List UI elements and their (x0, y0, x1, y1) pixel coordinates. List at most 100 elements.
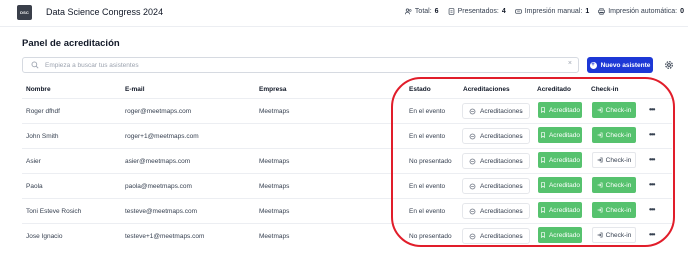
clear-search-icon[interactable]: × (568, 60, 572, 67)
id-card-icon (448, 8, 454, 15)
stats-bar: Total: 6 Presentados: 4 Impresión manual… (404, 8, 684, 15)
accreditations-select-label: Acreditaciones (480, 182, 523, 190)
more-options-icon[interactable]: ••• (649, 230, 655, 239)
badge-icon (469, 133, 476, 139)
checkin-button[interactable]: Check-in (592, 102, 636, 118)
checkin-button-label: Check-in (605, 231, 632, 239)
attendee-name: Toni Esteve Rosich (26, 208, 82, 215)
accreditations-select-label: Acreditaciones (480, 107, 523, 115)
accreditations-select[interactable]: Acreditaciones ⌄ (462, 128, 530, 144)
accredited-button[interactable]: Acreditado (538, 227, 582, 243)
ticket-icon (514, 9, 522, 14)
accredited-button[interactable]: Acreditado (538, 202, 582, 218)
accreditations-select[interactable]: Acreditaciones ⌄ (462, 178, 530, 194)
attendee-status: En el evento (409, 108, 446, 115)
checkin-button[interactable]: Check-in (592, 177, 636, 193)
bookmark-icon (541, 182, 545, 188)
attendee-name: Jose Ignacio (26, 233, 63, 240)
chevron-down-icon: ⌄ (518, 209, 524, 215)
attendee-company: Meetmaps (259, 183, 290, 190)
accreditations-select-label: Acreditaciones (480, 132, 523, 140)
table-row[interactable]: Paola paola@meetmaps.com Meetmaps En el eve… (22, 173, 672, 198)
col-accreditations: Acreditaciones (463, 86, 510, 93)
chevron-down-icon: ⌄ (518, 234, 524, 240)
search-input[interactable] (45, 60, 565, 71)
checkin-button[interactable]: Check-in (592, 152, 636, 168)
accredited-button-label: Acreditado (548, 206, 581, 214)
accredited-button[interactable]: Acreditado (538, 127, 582, 143)
col-accredited: Acreditado (537, 86, 571, 93)
attendee-status: No presentado (409, 158, 452, 165)
accreditations-select[interactable]: Acreditaciones ⌄ (462, 203, 530, 219)
login-icon (597, 132, 603, 138)
new-attendee-label: Nuevo asistente (600, 61, 651, 69)
attendee-email: asier@meetmaps.com (125, 158, 191, 165)
table-row[interactable]: Roger dfhdf roger@meetmaps.com Meetmaps En … (22, 98, 672, 123)
checkin-button[interactable]: Check-in (592, 227, 636, 243)
bookmark-icon (541, 132, 545, 138)
checkin-button-label: Check-in (605, 206, 632, 214)
checkin-button[interactable]: Check-in (592, 202, 636, 218)
attendee-name: Paola (26, 183, 43, 190)
top-bar: DSC Data Science Congress 2024 Total: 6 … (0, 0, 688, 27)
stat-manual-label: Impresión manual: (524, 8, 583, 15)
stat-automatic-value: 0 (680, 8, 684, 15)
accredited-button[interactable]: Acreditado (538, 177, 582, 193)
stat-automatic: Impresión automática: 0 (598, 8, 684, 15)
event-title: Data Science Congress 2024 (46, 7, 164, 17)
more-options-icon[interactable]: ••• (649, 180, 655, 189)
more-options-icon[interactable]: ••• (649, 105, 655, 114)
printer-icon (598, 8, 606, 15)
more-options-icon[interactable]: ••• (649, 205, 655, 214)
table-row[interactable]: Toni Esteve Rosich testeve@meetmaps.com Me… (22, 198, 672, 223)
login-icon (597, 232, 603, 238)
accreditations-select[interactable]: Acreditaciones ⌄ (462, 228, 530, 244)
chevron-down-icon: ⌄ (518, 134, 524, 140)
more-options-icon[interactable]: ••• (649, 155, 655, 164)
logo-text: DSC (20, 10, 29, 15)
accredited-button-label: Acreditado (548, 156, 581, 164)
accredited-button-label: Acreditado (548, 181, 581, 189)
col-company: Empresa (259, 86, 287, 93)
table-row[interactable]: Asier asier@meetmaps.com Meetmaps No presen… (22, 148, 672, 173)
checkin-button-label: Check-in (605, 131, 632, 139)
login-icon (597, 157, 603, 163)
checkin-button[interactable]: Check-in (592, 127, 636, 143)
search-box[interactable]: × (22, 57, 579, 73)
chevron-down-icon: ⌄ (518, 184, 524, 190)
attendee-company: Meetmaps (259, 208, 290, 215)
accreditations-select-label: Acreditaciones (480, 157, 523, 165)
accreditations-select-label: Acreditaciones (480, 232, 523, 240)
badge-icon (469, 158, 476, 164)
accredited-button[interactable]: Acreditado (538, 102, 582, 118)
attendee-email: paola@meetmaps.com (125, 183, 192, 190)
users-icon (404, 8, 412, 15)
stat-presentados: Presentados: 4 (448, 8, 506, 15)
attendee-name: John Smith (26, 133, 59, 140)
table-row[interactable]: Jose Ignacio testeve+1@meetmaps.com Meetma… (22, 223, 672, 248)
attendee-status: En el evento (409, 133, 446, 140)
badge-icon (469, 233, 476, 239)
accredited-button[interactable]: Acreditado (538, 152, 582, 168)
page-title: Panel de acreditación (22, 38, 120, 49)
col-email: E-mail (125, 86, 145, 93)
accredited-button-label: Acreditado (548, 106, 581, 114)
stat-total: Total: 6 (404, 8, 439, 15)
attendee-status: No presentado (409, 233, 452, 240)
stat-presentados-value: 4 (501, 8, 506, 15)
gear-icon[interactable] (664, 60, 674, 70)
more-options-icon[interactable]: ••• (649, 130, 655, 139)
accreditations-select[interactable]: Acreditaciones ⌄ (462, 103, 530, 119)
new-attendee-button[interactable]: + Nuevo asistente (587, 57, 653, 73)
stat-total-label: Total: (414, 8, 432, 15)
event-logo[interactable]: DSC (17, 5, 32, 20)
col-checkin: Check-in (591, 86, 619, 93)
attendee-name: Roger dfhdf (26, 108, 60, 115)
table-row[interactable]: John Smith roger+1@meetmaps.com En el even… (22, 123, 672, 148)
attendee-name: Asier (26, 158, 41, 165)
col-name: Nombre (26, 86, 51, 93)
accreditations-select[interactable]: Acreditaciones ⌄ (462, 153, 530, 169)
bookmark-icon (541, 107, 545, 113)
accreditations-select-label: Acreditaciones (480, 207, 523, 215)
login-icon (597, 107, 603, 113)
